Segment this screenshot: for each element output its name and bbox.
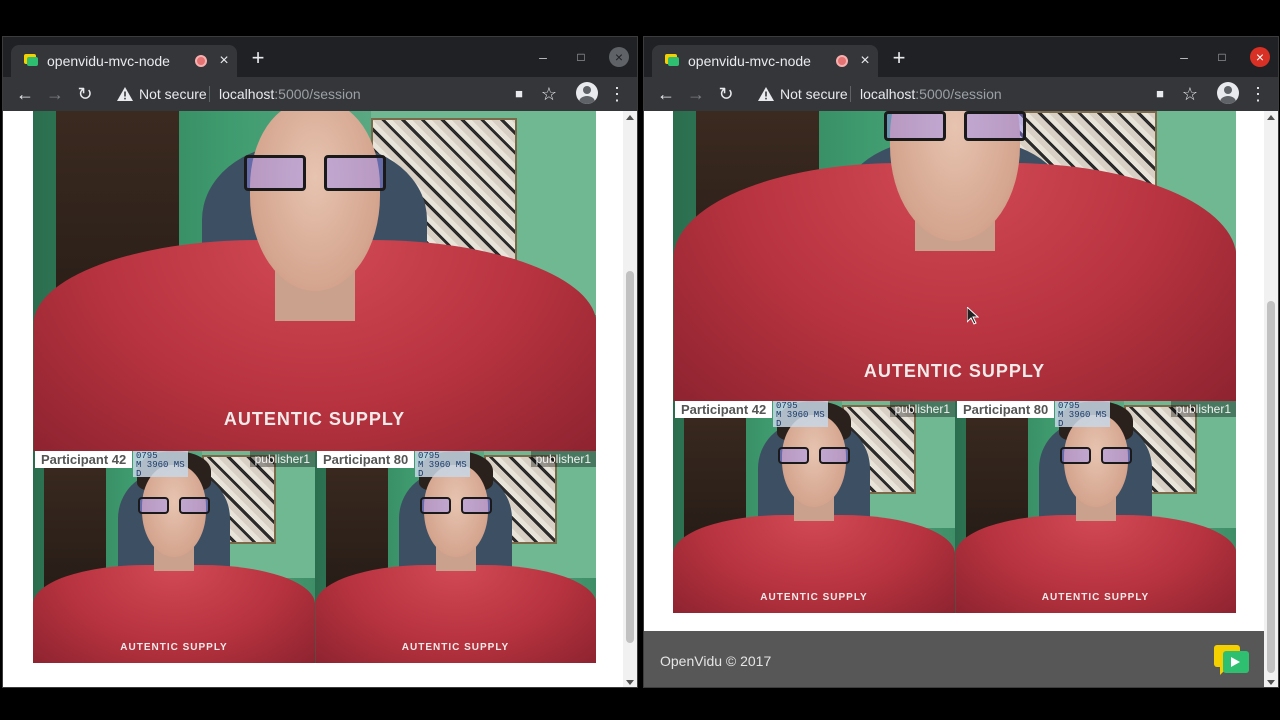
back-button[interactable]: ← [654,82,678,106]
url-field[interactable]: localhost:5000/session [860,86,1002,102]
participant-video[interactable]: AUTENTIC SUPPLY Participant 42 0795 M 39… [673,401,955,613]
url-host: localhost [219,86,275,102]
scroll-thumb[interactable] [626,271,634,643]
stream-stats: 0795 M 3960 MS D [133,451,188,479]
menu-icon[interactable]: ⋮ [1246,82,1270,106]
browser-tab[interactable]: openvidu-mvc-node × [11,45,237,77]
openvidu-logo-icon[interactable] [1214,643,1250,677]
profile-icon[interactable] [1217,82,1239,104]
back-button[interactable]: ← [13,82,37,106]
recording-indicator-icon [836,55,848,67]
star-icon[interactable]: ☆ [537,82,561,106]
recording-indicator-icon [195,55,207,67]
participant-video[interactable]: AUTENTIC SUPPLY Participant 80 0795 M 39… [955,401,1236,613]
profile-icon[interactable] [576,82,598,104]
participant-name-label: Participant 80 [317,451,415,468]
url-path: :5000/session [274,86,361,102]
scroll-up-arrow-icon[interactable] [1267,115,1275,120]
maximize-button[interactable]: □ [1212,47,1232,67]
camera-icon[interactable]: ■ [507,82,531,106]
glasses [883,111,1026,141]
minimize-button[interactable]: – [1174,47,1194,67]
vertical-scrollbar[interactable] [623,111,637,687]
omnibox-separator [209,86,210,102]
glasses [243,155,386,191]
maximize-button[interactable]: □ [571,47,591,67]
warning-icon [117,87,133,101]
omnibox-separator [850,86,851,102]
security-indicator[interactable]: Not secure [117,84,207,104]
tab-close-button[interactable]: × [215,51,233,71]
reload-button[interactable]: ↻ [714,82,738,106]
openvidu-favicon-icon [24,54,38,66]
tab-title: openvidu-mvc-node [688,53,811,69]
publisher-label: publisher1 [1170,401,1236,417]
stream-stats: 0795 M 3960 MS D [1055,401,1110,429]
hoodie-print: AUTENTIC SUPPLY [223,408,406,429]
reload-button[interactable]: ↻ [73,82,97,106]
page-viewport: AUTENTIC SUPPLY AUTENTIC SUPPLY Particip… [644,111,1278,687]
url-field[interactable]: localhost:5000/session [219,86,361,102]
minimize-button[interactable]: – [533,47,553,67]
scroll-up-arrow-icon[interactable] [626,115,634,120]
forward-button[interactable]: → [684,82,708,106]
hoodie-print: AUTENTIC SUPPLY [863,360,1046,381]
url-path: :5000/session [915,86,1002,102]
tab-close-button[interactable]: × [856,51,874,71]
page-viewport: AUTENTIC SUPPLY AUTENTIC SUPPLY Particip… [3,111,637,687]
star-icon[interactable]: ☆ [1178,82,1202,106]
camera-icon[interactable]: ■ [1148,82,1172,106]
browser-tab[interactable]: openvidu-mvc-node × [652,45,878,77]
security-label: Not secure [780,86,848,102]
window-close-button[interactable]: × [1250,47,1270,67]
participant-name-label: Participant 42 [35,451,133,468]
publisher-label: publisher1 [889,401,955,417]
browser-toolbar: ← → ↻ Not secure localhost:5000/session … [644,77,1278,111]
window-close-button[interactable]: × [609,47,629,67]
mouse-cursor-icon [967,307,979,325]
scroll-down-arrow-icon[interactable] [626,680,634,685]
warning-icon [758,87,774,101]
participant-video[interactable]: AUTENTIC SUPPLY Participant 80 0795 M 39… [315,451,596,663]
scroll-down-arrow-icon[interactable] [1267,680,1275,685]
stream-stats: 0795 M 3960 MS D [415,451,470,479]
new-tab-button[interactable]: + [888,47,910,69]
publisher-label: publisher1 [249,451,315,467]
scroll-thumb[interactable] [1267,301,1275,673]
main-video[interactable]: AUTENTIC SUPPLY [33,111,596,451]
stream-stats: 0795 M 3960 MS D [773,401,828,429]
participant-video[interactable]: AUTENTIC SUPPLY Participant 42 0795 M 39… [33,451,315,663]
browser-window-left: openvidu-mvc-node × + – □ × ← → ↻ Not se… [2,36,638,688]
openvidu-favicon-icon [665,54,679,66]
url-host: localhost [860,86,916,102]
tab-strip: openvidu-mvc-node × + – □ × [3,37,637,77]
participant-name-label: Participant 42 [675,401,773,418]
page-footer: OpenVidu © 2017 [644,631,1266,687]
forward-button[interactable]: → [43,82,67,106]
tab-strip: openvidu-mvc-node × + – □ × [644,37,1278,77]
main-video[interactable]: AUTENTIC SUPPLY [673,111,1236,401]
tab-title: openvidu-mvc-node [47,53,170,69]
security-indicator[interactable]: Not secure [758,84,848,104]
menu-icon[interactable]: ⋮ [605,82,629,106]
publisher-label: publisher1 [530,451,596,467]
vertical-scrollbar[interactable] [1264,111,1278,687]
browser-toolbar: ← → ↻ Not secure localhost:5000/session … [3,77,637,111]
footer-copyright: OpenVidu © 2017 [660,653,772,669]
browser-window-right: openvidu-mvc-node × + – □ × ← → ↻ Not se… [643,36,1279,688]
participant-name-label: Participant 80 [957,401,1055,418]
security-label: Not secure [139,86,207,102]
new-tab-button[interactable]: + [247,47,269,69]
